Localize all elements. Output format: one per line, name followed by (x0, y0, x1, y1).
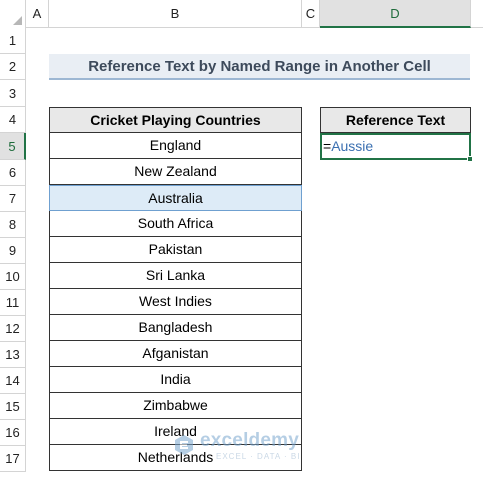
table-row[interactable]: Bangladesh (49, 315, 302, 341)
formula-equals: = (323, 138, 332, 154)
row-header-2[interactable]: 2 (0, 54, 26, 80)
fill-handle-icon[interactable] (467, 156, 473, 162)
page-title[interactable]: Reference Text by Named Range in Another… (49, 54, 470, 80)
row-header-16[interactable]: 16 (0, 420, 26, 446)
row-header-1[interactable]: 1 (0, 28, 26, 54)
row-header-13[interactable]: 13 (0, 342, 26, 368)
row-header-17[interactable]: 17 (0, 446, 26, 472)
table-row[interactable]: Sri Lanka (49, 263, 302, 289)
row-header-4[interactable]: 4 (0, 107, 26, 133)
column-header-d[interactable]: D (320, 0, 471, 28)
table-row-selected[interactable]: Australia (49, 185, 302, 211)
reference-text-table: Reference Text =Aussie (320, 107, 473, 162)
column-header-c[interactable]: C (302, 0, 320, 28)
countries-table-header[interactable]: Cricket Playing Countries (49, 107, 302, 133)
row-header-3[interactable]: 3 (0, 80, 26, 107)
row-header-7[interactable]: 7 (0, 186, 26, 212)
select-all-triangle-icon (13, 16, 22, 25)
row-header-10[interactable]: 10 (0, 264, 26, 290)
table-row[interactable]: Netherlands (49, 445, 302, 471)
countries-table: Cricket Playing Countries England New Ze… (49, 107, 302, 471)
reference-formula-cell[interactable]: =Aussie (320, 133, 473, 162)
row-header-8[interactable]: 8 (0, 212, 26, 238)
table-row[interactable]: New Zealand (49, 159, 302, 185)
table-row[interactable]: South Africa (49, 211, 302, 237)
table-row[interactable]: Ireland (49, 419, 302, 445)
table-row[interactable]: Zimbabwe (49, 393, 302, 419)
row-header-12[interactable]: 12 (0, 316, 26, 342)
table-row[interactable]: Pakistan (49, 237, 302, 263)
table-row[interactable]: England (49, 133, 302, 159)
row-header-15[interactable]: 15 (0, 394, 26, 420)
row-header-5[interactable]: 5 (0, 133, 26, 160)
select-all-button[interactable] (0, 0, 26, 28)
row-header-11[interactable]: 11 (0, 290, 26, 316)
spreadsheet-grid: A B C D 1 2 3 4 5 6 7 8 9 10 11 12 13 14… (0, 0, 483, 477)
table-row[interactable]: India (49, 367, 302, 393)
table-row[interactable]: Afganistan (49, 341, 302, 367)
reference-text-header[interactable]: Reference Text (320, 107, 471, 133)
column-header-b[interactable]: B (49, 0, 302, 28)
formula-named-range: Aussie (331, 138, 374, 154)
column-header-bar: A B C D (0, 0, 483, 28)
column-header-a[interactable]: A (26, 0, 49, 28)
row-header-14[interactable]: 14 (0, 368, 26, 394)
row-header-9[interactable]: 9 (0, 238, 26, 264)
table-row[interactable]: West Indies (49, 289, 302, 315)
row-header-6[interactable]: 6 (0, 160, 26, 186)
